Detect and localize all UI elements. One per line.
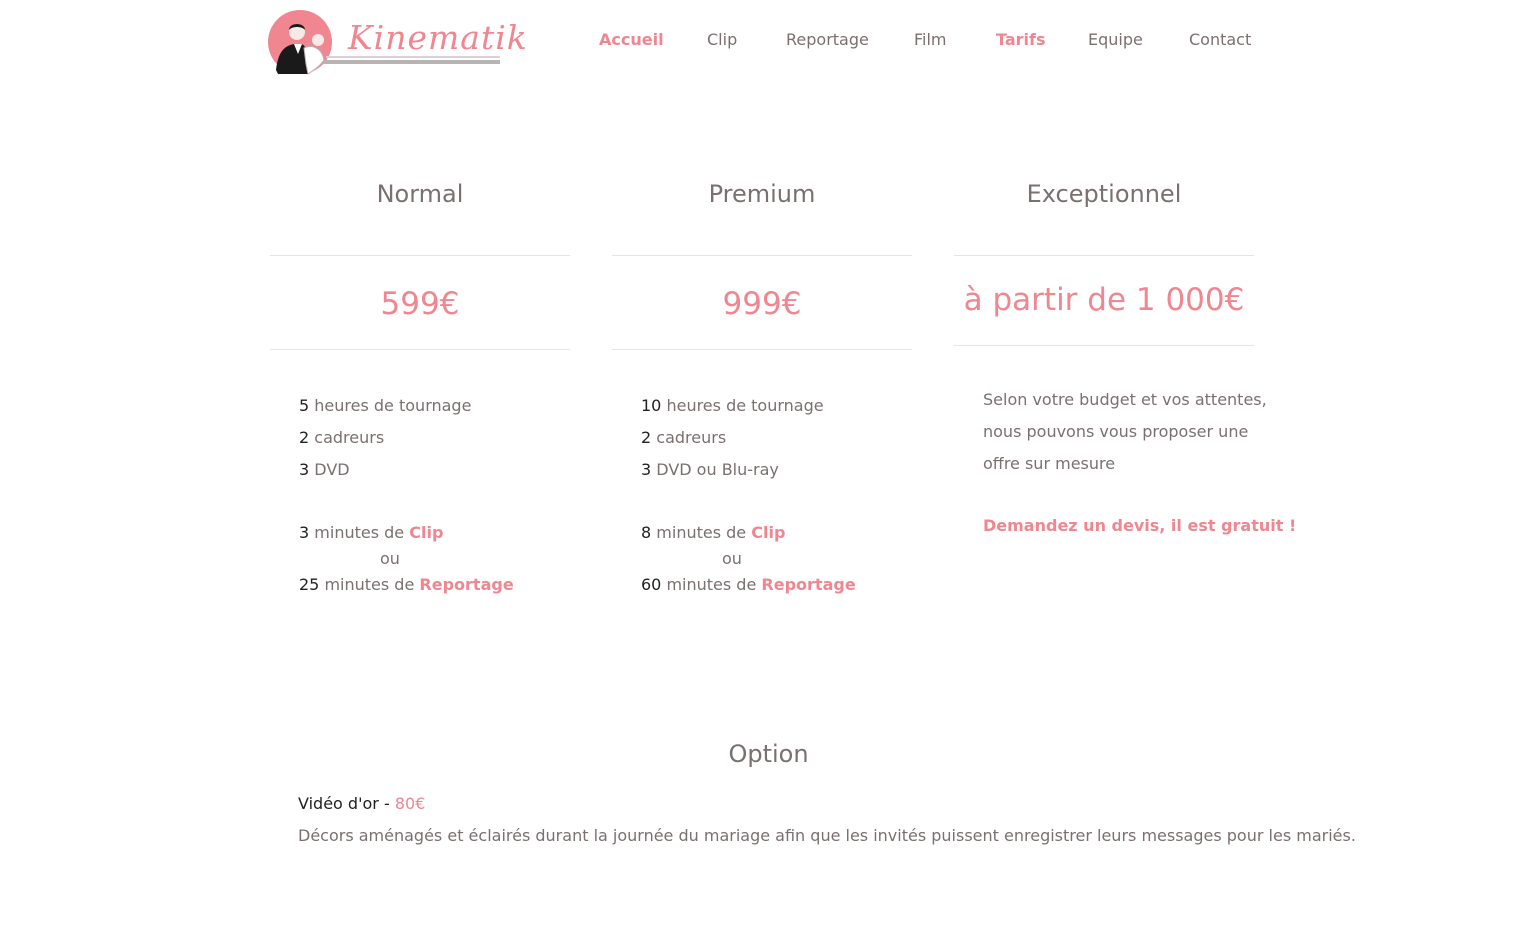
report-text: minutes de [666, 575, 757, 594]
feature-count: 3 [299, 460, 310, 479]
nav-item-tarifs[interactable]: Tarifs [996, 30, 1046, 49]
clip-text: minutes de [314, 523, 405, 542]
plan-title: Exceptionnel [1026, 180, 1182, 208]
divider [954, 345, 1254, 346]
feature-count: 2 [641, 428, 652, 447]
plan-price: 999€ [722, 286, 802, 322]
reportage-link[interactable]: Reportage [419, 575, 513, 594]
option-item: Vidéo d'or - 80€ [298, 794, 425, 813]
divider [270, 255, 570, 256]
nav-item-clip[interactable]: Clip [707, 30, 737, 49]
nav-item-accueil[interactable]: Accueil [599, 30, 664, 49]
clip-minutes: 8 [641, 523, 652, 542]
nav-item-equipe[interactable]: Equipe [1088, 30, 1143, 49]
feature-item: 3 DVD ou Blu-ray [641, 454, 931, 486]
nav-item-film[interactable]: Film [914, 30, 947, 49]
feature-list: 10 heures de tournage 2 cadreurs 3 DVD o… [641, 390, 931, 486]
main-nav: Accueil Clip Reportage Film Tarifs Equip… [0, 30, 1537, 54]
report-text: minutes de [324, 575, 415, 594]
plan-price: 599€ [380, 286, 460, 322]
plan-description: Selon votre budget et vos attentes, nous… [983, 384, 1267, 480]
description-line: offre sur mesure [983, 454, 1116, 473]
clip-link[interactable]: Clip [751, 523, 785, 542]
divider [612, 349, 912, 350]
feature-item: 10 heures de tournage [641, 390, 931, 422]
option-description: Décors aménagés et éclairés durant la jo… [298, 826, 1356, 845]
report-option: 60 minutes de Reportage [641, 572, 931, 598]
option-name: Vidéo d'or [298, 794, 379, 813]
feature-text: heures de tournage [666, 396, 824, 415]
feature-text: DVD [314, 460, 350, 479]
feature-item: 2 cadreurs [641, 422, 931, 454]
request-quote-link[interactable]: Demandez un devis, il est gratuit ! [983, 516, 1296, 535]
site-header: Kinematik Accueil Clip Reportage Film Ta… [0, 0, 1537, 90]
feature-item: 5 heures de tournage [299, 390, 589, 422]
or-separator: ou [722, 549, 742, 568]
clip-minutes: 3 [299, 523, 310, 542]
report-minutes: 25 [299, 575, 320, 594]
option-price: 80€ [394, 794, 426, 813]
nav-item-reportage[interactable]: Reportage [786, 30, 869, 49]
option-separator: - [383, 794, 390, 813]
report-minutes: 60 [641, 575, 662, 594]
or-separator: ou [380, 549, 400, 568]
report-option: 25 minutes de Reportage [299, 572, 589, 598]
clip-option: 3 minutes de Clip [299, 520, 589, 546]
option-section-title: Option [728, 740, 809, 768]
feature-list: 5 heures de tournage 2 cadreurs 3 DVD [299, 390, 589, 486]
description-line: nous pouvons vous proposer une [983, 422, 1249, 441]
feature-text: cadreurs [656, 428, 727, 447]
reportage-link[interactable]: Reportage [761, 575, 855, 594]
nav-item-contact[interactable]: Contact [1189, 30, 1251, 49]
plan-title: Normal [376, 180, 464, 208]
feature-text: DVD ou Blu-ray [656, 460, 779, 479]
divider [612, 255, 912, 256]
clip-option: 8 minutes de Clip [641, 520, 931, 546]
feature-count: 3 [641, 460, 652, 479]
clip-link[interactable]: Clip [409, 523, 443, 542]
video-options: 8 minutes de Clip ou 60 minutes de Repor… [641, 520, 931, 598]
feature-count: 10 [641, 396, 662, 415]
plan-title: Premium [708, 180, 816, 208]
feature-item: 2 cadreurs [299, 422, 589, 454]
clip-text: minutes de [656, 523, 747, 542]
divider [954, 255, 1254, 256]
feature-count: 2 [299, 428, 310, 447]
video-options: 3 minutes de Clip ou 25 minutes de Repor… [299, 520, 589, 598]
feature-text: heures de tournage [314, 396, 472, 415]
plan-price: à partir de 1 000€ [963, 282, 1245, 318]
feature-text: cadreurs [314, 428, 385, 447]
divider [270, 349, 570, 350]
feature-item: 3 DVD [299, 454, 589, 486]
feature-count: 5 [299, 396, 310, 415]
description-line: Selon votre budget et vos attentes, [983, 390, 1267, 409]
